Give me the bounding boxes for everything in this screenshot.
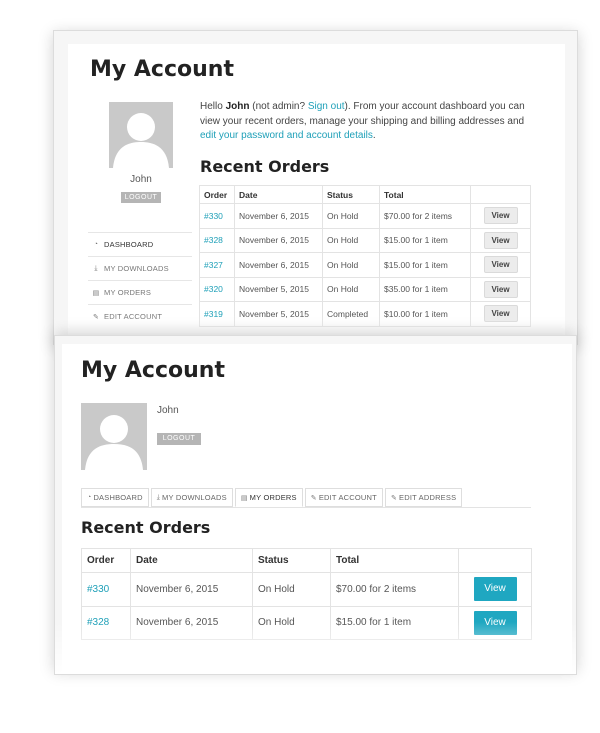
order-actions: View [470, 227, 531, 253]
user-silhouette-icon [85, 415, 143, 470]
logout-button[interactable]: LOGOUT [157, 433, 201, 445]
order-number-link[interactable]: #328 [199, 227, 235, 253]
tab-label: EDIT ACCOUNT [318, 493, 377, 502]
order-total: $35.00 for 1 item [379, 276, 471, 302]
download-icon: ⤓ [156, 493, 161, 501]
fade-overlay [55, 622, 576, 674]
user-silhouette-icon [113, 113, 169, 168]
edit-icon: ✎ [310, 494, 317, 502]
order-total: $70.00 for 2 items [330, 572, 459, 607]
order-total: $70.00 for 2 items [379, 203, 471, 229]
view-order-button[interactable]: View [483, 207, 518, 225]
order-status: On Hold [322, 252, 380, 278]
order-status: On Hold [252, 572, 331, 607]
column-header: Order [81, 548, 131, 573]
dashboard-icon: ◔ [93, 241, 99, 248]
nav-label: MY ORDERS [104, 288, 152, 297]
intro-text: (not admin? [249, 101, 308, 112]
nav-item-dashboard[interactable]: ◔ DASHBOARD [88, 232, 192, 256]
page-title: My Account [81, 358, 225, 383]
column-header: Order [199, 185, 235, 204]
download-icon: ⤓ [94, 264, 98, 272]
nav-label: MY DOWNLOADS [104, 264, 169, 273]
account-content: My Account John LOGOUT ◔ DASHBOARD ⤓ MY … [68, 44, 565, 344]
order-actions: View [470, 203, 531, 229]
intro-text: Hello [200, 101, 226, 112]
tab-edit-account[interactable]: ✎ EDIT ACCOUNT [304, 488, 383, 507]
order-status: On Hold [322, 203, 380, 229]
column-header [458, 548, 532, 573]
username: John [130, 174, 152, 185]
avatar [109, 102, 173, 168]
intro-username: John [225, 101, 250, 112]
order-status: On Hold [322, 227, 380, 253]
page-title: My Account [90, 57, 234, 82]
document-icon: ▤ [92, 289, 100, 297]
column-header: Total [379, 185, 471, 204]
order-date: November 6, 2015 [234, 227, 323, 253]
nav-label: DASHBOARD [104, 240, 154, 249]
table-row: #327 November 6, 2015 On Hold $15.00 for… [199, 252, 531, 278]
nav-item-my-orders[interactable]: ▤ MY ORDERS [88, 280, 192, 304]
tab-my-orders[interactable]: ▤ MY ORDERS [234, 488, 303, 507]
table-header-row: Order Date Status Total [81, 548, 532, 573]
column-header [470, 185, 531, 204]
order-status: On Hold [322, 276, 380, 302]
tab-label: MY ORDERS [249, 493, 297, 502]
order-date: November 6, 2015 [234, 252, 323, 278]
table-row: #330 November 6, 2015 On Hold $70.00 for… [199, 203, 531, 229]
account-tabs: ◔ DASHBOARD ⤓ MY DOWNLOADS ▤ MY ORDERS ✎… [81, 488, 464, 507]
order-number-link[interactable]: #327 [199, 252, 235, 278]
orders-table: Order Date Status Total #330 November 6,… [199, 185, 531, 327]
column-header: Date [234, 185, 323, 204]
order-actions: View [470, 276, 531, 302]
order-actions: View [458, 572, 532, 607]
nav-item-my-downloads[interactable]: ⤓ MY DOWNLOADS [88, 256, 192, 280]
order-date: November 6, 2015 [234, 203, 323, 229]
column-header: Total [330, 548, 459, 573]
recent-orders-heading: Recent Orders [81, 518, 211, 537]
order-total: $15.00 for 1 item [379, 227, 471, 253]
account-screenshot-sidebar-layout: My Account John LOGOUT ◔ DASHBOARD ⤓ MY … [53, 30, 578, 345]
account-screenshot-tabs-layout: My Account John LOGOUT ◔ DASHBOARD ⤓ MY … [54, 335, 577, 675]
order-actions: View [470, 252, 531, 278]
table-header-row: Order Date Status Total [199, 185, 531, 204]
order-date: November 5, 2015 [234, 276, 323, 302]
account-nav: ◔ DASHBOARD ⤓ MY DOWNLOADS ▤ MY ORDERS ✎… [88, 232, 192, 328]
tab-label: DASHBOARD [93, 493, 143, 502]
view-order-button[interactable]: View [483, 280, 518, 298]
view-order-button[interactable]: View [473, 577, 517, 602]
sign-out-link[interactable]: Sign out [308, 101, 345, 112]
order-number-link[interactable]: #330 [199, 203, 235, 229]
avatar [81, 403, 147, 470]
tab-my-downloads[interactable]: ⤓ MY DOWNLOADS [150, 488, 233, 507]
tab-label: EDIT ADDRESS [399, 493, 457, 502]
tab-divider [81, 507, 531, 508]
dashboard-intro: Hello John (not admin? Sign out). From y… [200, 100, 530, 144]
table-row: #330 November 6, 2015 On Hold $70.00 for… [81, 572, 532, 607]
order-date: November 6, 2015 [130, 572, 253, 607]
username: John [157, 405, 179, 416]
order-number-link[interactable]: #320 [199, 276, 235, 302]
column-header: Date [130, 548, 253, 573]
dashboard-icon: ◔ [87, 494, 92, 501]
order-number-link[interactable]: #330 [81, 572, 131, 607]
table-row: #328 November 6, 2015 On Hold $15.00 for… [199, 227, 531, 253]
column-header: Status [252, 548, 331, 573]
view-order-button[interactable]: View [483, 256, 518, 274]
recent-orders-heading: Recent Orders [200, 157, 330, 176]
intro-text: . [372, 130, 376, 141]
tab-edit-address[interactable]: ✎ EDIT ADDRESS [384, 488, 463, 507]
edit-account-link[interactable]: edit your password and account details [200, 130, 373, 141]
logout-button[interactable]: LOGOUT [121, 192, 161, 203]
table-row: #320 November 5, 2015 On Hold $35.00 for… [199, 276, 531, 302]
tab-label: MY DOWNLOADS [162, 493, 227, 502]
tab-dashboard[interactable]: ◔ DASHBOARD [81, 488, 149, 507]
document-icon: ▤ [240, 494, 248, 502]
column-header: Status [322, 185, 380, 204]
edit-icon: ✎ [390, 494, 398, 502]
order-total: $15.00 for 1 item [379, 252, 471, 278]
view-order-button[interactable]: View [483, 231, 518, 249]
